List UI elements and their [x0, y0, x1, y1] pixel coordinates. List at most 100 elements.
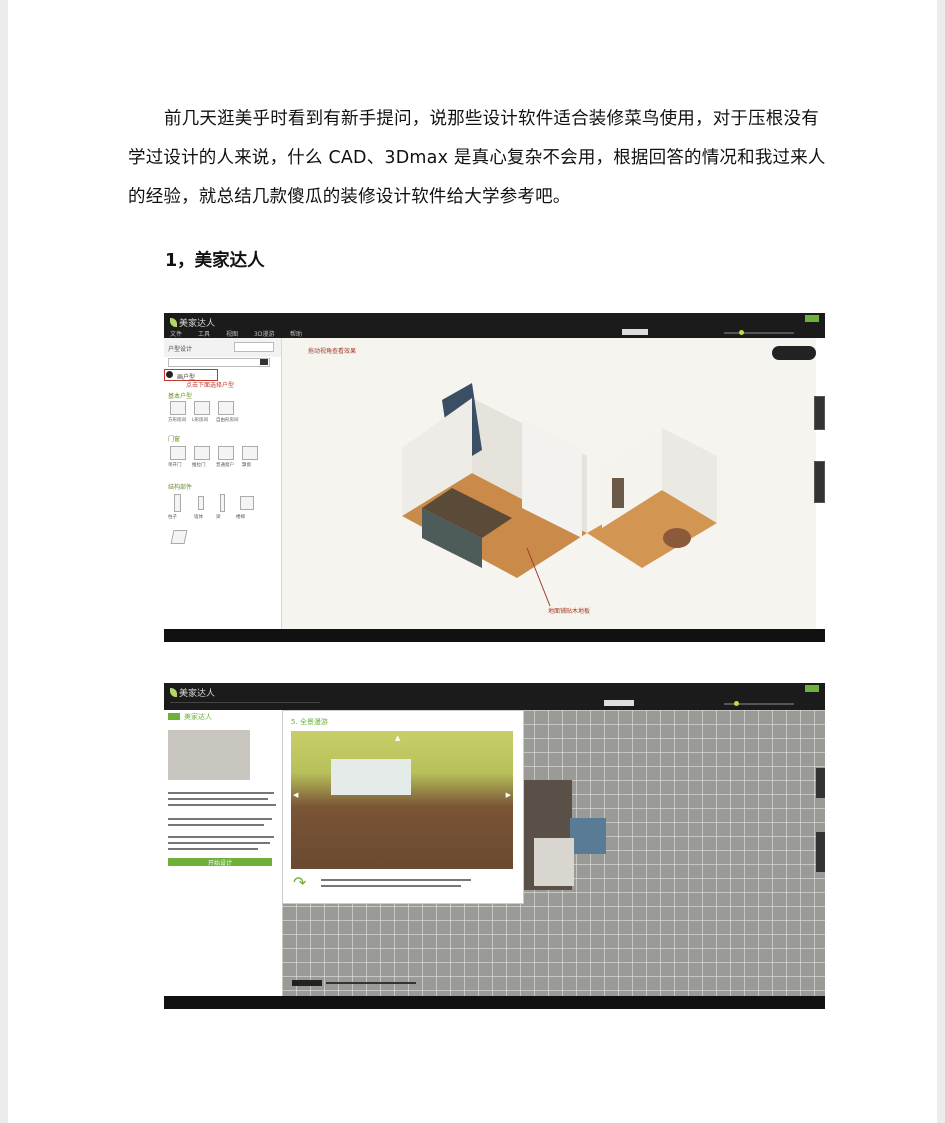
- square-room-tile[interactable]: [170, 401, 186, 415]
- side-tab-2b[interactable]: [816, 832, 825, 872]
- menu-3d[interactable]: 3D漫游: [254, 329, 274, 338]
- section-doors-title: 门窗: [168, 436, 181, 443]
- sidebar-search-input[interactable]: [234, 342, 274, 352]
- text-line: [168, 804, 276, 806]
- side-tab-2a[interactable]: [816, 768, 825, 798]
- zoom-slider-knob[interactable]: [739, 330, 744, 335]
- floorplan-room-2: [570, 818, 606, 854]
- tutorial-popup: 5. 全景漫游 ▲ ◀ ▶ ↷: [282, 710, 524, 904]
- bottom-slider[interactable]: [326, 982, 416, 984]
- screenshot-editor-2d-view: 美家达人 美家达人 开始设计 5. 全景漫游 ▲ ◀ ▶ ↷: [164, 683, 825, 1009]
- zoom-slider[interactable]: [724, 332, 794, 334]
- tile-label: 墙体: [194, 515, 203, 520]
- door-tile[interactable]: [170, 446, 186, 460]
- paragraph-line-3: 的经验，就总结几款傻瓜的装修设计软件给大学参考吧。: [128, 187, 571, 207]
- search-icon[interactable]: [260, 359, 268, 365]
- section-basic-title: 基本户型: [168, 393, 193, 400]
- app-top-bar: 美家达人 文件 工具 视图 3D漫游 帮助: [164, 313, 825, 338]
- tile-label: 楼梯: [236, 515, 245, 520]
- screenshot-editor-3d-view: 美家达人 文件 工具 视图 3D漫游 帮助 户型设计 画户型 点击下面选择户型 …: [164, 313, 825, 642]
- curved-arrow-icon: ↷: [293, 873, 307, 892]
- app-logo-text-2: 美家达人: [179, 689, 216, 699]
- tile-label: 普通窗户: [216, 463, 234, 468]
- paragraph-line-2: 学过设计的人来说，什么 CAD、3Dmax 是真心复杂不会用，根据回答的情况和我…: [128, 148, 826, 168]
- bay-window-tile[interactable]: [242, 446, 258, 460]
- popup-title: 5. 全景漫游: [291, 718, 328, 726]
- app-logo-text: 美家达人: [179, 319, 216, 329]
- door: [612, 478, 624, 508]
- free-room-tile[interactable]: [218, 401, 234, 415]
- tile-label: 推拉门: [192, 463, 206, 468]
- green-save-button-2[interactable]: [805, 685, 819, 692]
- tile-label: 柱子: [168, 515, 177, 520]
- left-panel-label: [170, 911, 188, 919]
- tile-label: L形房间: [192, 418, 209, 423]
- text-line: [168, 836, 274, 838]
- tile-label: 梁: [216, 515, 221, 520]
- beam-tile[interactable]: [220, 494, 225, 512]
- section-structure-title: 结构部件: [168, 484, 193, 491]
- bottom-tool-1[interactable]: [292, 980, 322, 986]
- text-line: [168, 824, 264, 826]
- green-save-button[interactable]: [805, 315, 819, 322]
- text-line: [321, 879, 471, 881]
- view-toggle-2[interactable]: [604, 700, 634, 706]
- floorplan-room-3: [534, 838, 574, 886]
- tutorial-left-panel: 美家达人 开始设计: [164, 710, 282, 996]
- stairs-tile[interactable]: [240, 496, 254, 510]
- text-line: [168, 798, 268, 800]
- intro-paragraph: 前几天逛美乎时看到有新手提问，说那些设计软件适合装修菜鸟使用，对于压根没有 学过…: [128, 100, 843, 217]
- wall-tile[interactable]: [198, 496, 204, 510]
- leaf-icon: [170, 318, 177, 327]
- status-bar-2: [164, 996, 825, 1009]
- app-top-bar-2: 美家达人: [164, 683, 825, 710]
- play-icon: [166, 371, 173, 378]
- text-line: [321, 885, 461, 887]
- text-line: [168, 842, 270, 844]
- menu-view[interactable]: 视图: [226, 329, 238, 338]
- tile-label: 飘窗: [242, 463, 251, 468]
- badge-icon: [168, 713, 180, 720]
- text-line: [168, 848, 258, 850]
- start-design-button[interactable]: 开始设计: [168, 858, 272, 867]
- paragraph-line-1: 前几天逛美乎时看到有新手提问，说那些设计软件适合装修菜鸟使用，对于压根没有: [164, 109, 819, 129]
- view-toggle[interactable]: [622, 329, 648, 335]
- status-bar: [164, 629, 825, 642]
- side-tab-furniture[interactable]: [814, 396, 825, 430]
- tile-label: 方形房间: [168, 418, 186, 423]
- side-tab-lighting[interactable]: [814, 461, 825, 503]
- column-tile[interactable]: [174, 494, 181, 512]
- text-line: [168, 792, 274, 794]
- l-room-tile[interactable]: [194, 401, 210, 415]
- app-logo: 美家达人: [170, 316, 215, 329]
- left-thumbnail: [168, 730, 250, 780]
- document-page: 前几天逛美乎时看到有新手提问，说那些设计软件适合装修菜鸟使用，对于压根没有 学过…: [8, 0, 937, 1123]
- isometric-room-model: [402, 383, 717, 607]
- sliding-door-tile[interactable]: [194, 446, 210, 460]
- arrow-left-icon[interactable]: ◀: [293, 791, 298, 799]
- sidebar-hint: 点击下面选择户型: [186, 382, 235, 389]
- kitchen-window: [331, 759, 411, 795]
- left-panel-title: 美家达人: [184, 713, 212, 721]
- sidebar-title: 户型设计: [168, 346, 193, 353]
- round-mirror: [663, 528, 691, 548]
- leaf-icon: [170, 688, 177, 697]
- floor-annotation: 地面铺贴木地板: [548, 608, 591, 615]
- zoom-knob-2[interactable]: [734, 701, 739, 706]
- 3d-canvas[interactable]: 拖动视角查看效果 地面铺贴木地板: [282, 338, 816, 629]
- tile-label: 单开门: [168, 463, 182, 468]
- arrow-right-icon[interactable]: ▶: [506, 791, 511, 799]
- arrow-up-icon[interactable]: ▲: [395, 734, 400, 742]
- tile-label: 自由形房间: [216, 418, 239, 423]
- menu-help[interactable]: 帮助: [290, 329, 302, 338]
- component-sidebar: 户型设计 画户型 点击下面选择户型 基本户型 方形房间 L形房间 自由形房间 门…: [164, 338, 282, 629]
- text-line: [168, 818, 272, 820]
- misc-tile[interactable]: [170, 530, 188, 544]
- category-select[interactable]: [168, 358, 270, 367]
- section-heading: 1，美家达人: [165, 251, 265, 271]
- app-logo-2: 美家达人: [170, 686, 215, 699]
- menu-file[interactable]: 文件: [170, 329, 182, 338]
- window-tile[interactable]: [218, 446, 234, 460]
- menu-strip: [170, 702, 320, 703]
- menu-tools[interactable]: 工具: [198, 329, 210, 338]
